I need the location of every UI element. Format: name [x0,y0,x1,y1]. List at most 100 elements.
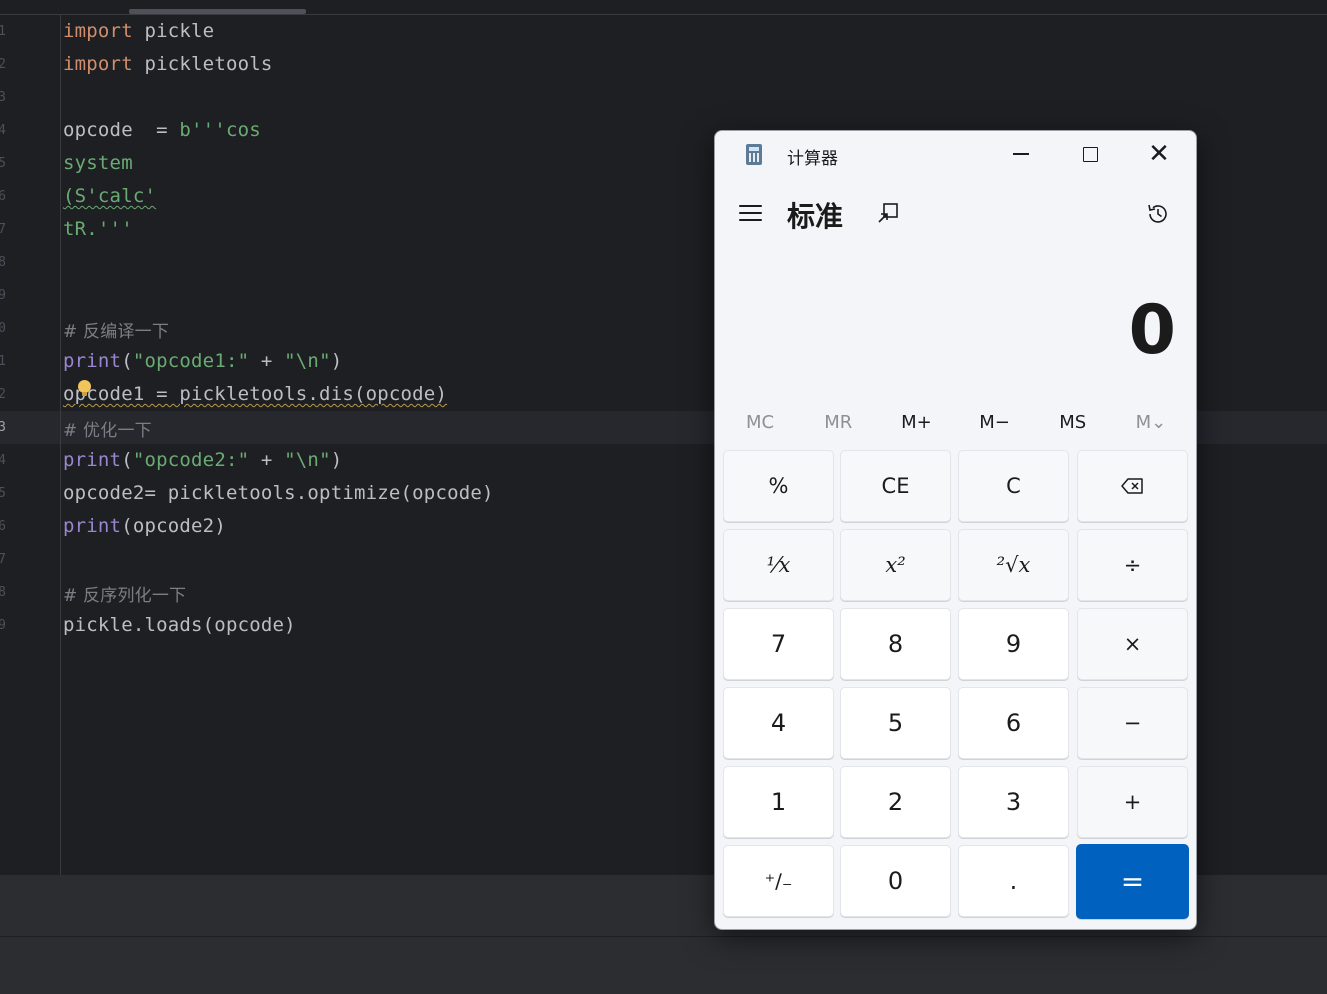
memory-subtract-button[interactable]: M− [956,407,1034,439]
keyword: import [63,53,133,75]
code-text: + [249,350,285,372]
code-line[interactable]: opcode = b'''cos [63,119,261,141]
code-line-current[interactable]: # 优化一下 [63,416,152,441]
minimize-button[interactable] [987,131,1055,177]
code-line[interactable]: pickle.loads(opcode) [63,614,296,636]
line-number: 3 [0,90,6,105]
equals-button[interactable]: = [1076,844,1189,919]
line-number-current: 3 [0,420,6,435]
builtin-function: print [63,449,122,471]
code-line[interactable]: system [63,152,133,174]
history-icon[interactable] [1145,201,1171,227]
code-text: ) [330,350,343,372]
keep-on-top-icon[interactable] [877,202,899,224]
string-literal: system [63,152,133,174]
string-literal: "opcode2:" [132,449,250,471]
line-number: 4 [0,123,6,138]
string-literal: "opcode1:" [132,350,250,372]
square-root-button[interactable]: ²√x [958,529,1069,601]
digit-3-button[interactable]: 3 [958,766,1069,838]
minus-button[interactable]: − [1077,687,1188,759]
maximize-button[interactable] [1056,131,1124,177]
navigation-menu-button[interactable] [739,204,763,222]
line-number: 2 [0,387,6,402]
code-text: pickletools [132,53,273,75]
decimal-button[interactable]: . [958,845,1069,917]
string-literal: (S'calc' [63,185,157,207]
digit-8-button[interactable]: 8 [840,608,951,680]
digit-6-button[interactable]: 6 [958,687,1069,759]
code-line[interactable]: # 反序列化一下 [63,581,186,606]
code-line[interactable]: print("opcode1:" + "\n") [63,350,342,372]
comment: # 反编译一下 [63,322,170,342]
code-line[interactable]: (S'calc' [63,185,156,207]
reciprocal-button[interactable]: ⅟x [723,529,834,601]
calculator-titlebar[interactable]: 计算器 ✕ [715,131,1196,177]
digit-7-button[interactable]: 7 [723,608,834,680]
calculator-window[interactable]: 计算器 ✕ 标准 0 MC MR M+ M− MS M⌄ % CE C ⅟x x… [714,130,1197,930]
code-text: opcode1 = pickletools.dis(opcode) [63,383,448,405]
line-number: 6 [0,519,6,534]
memory-toolbar: MC MR M+ M− MS M⌄ [721,407,1190,439]
string-literal: b'''cos [179,119,261,141]
negate-button[interactable]: ⁺∕₋ [723,845,834,917]
square-button[interactable]: x² [840,529,951,601]
clear-entry-button[interactable]: CE [840,450,951,522]
line-number: 0 [0,321,6,336]
line-number: 6 [0,189,6,204]
backspace-icon [1120,478,1143,494]
digit-4-button[interactable]: 4 [723,687,834,759]
line-number: 8 [0,255,6,270]
memory-list-button[interactable]: M⌄ [1112,407,1190,439]
hamburger-icon-bar [739,212,762,214]
memory-add-button[interactable]: M+ [877,407,955,439]
line-number: 9 [0,618,6,633]
window-title: 计算器 [787,149,838,169]
code-line[interactable]: tR.''' [63,218,133,240]
divide-button[interactable]: ÷ [1077,529,1188,601]
code-text: opcode = [63,119,180,141]
close-button[interactable]: ✕ [1125,131,1193,177]
digit-9-button[interactable]: 9 [958,608,1069,680]
code-line[interactable]: # 反编译一下 [63,317,169,342]
code-text: (opcode2) [121,515,226,537]
memory-clear-button[interactable]: MC [721,407,799,439]
digit-0-button[interactable]: 0 [840,845,951,917]
code-line[interactable]: print("opcode2:" + "\n") [63,449,342,471]
line-number: 7 [0,552,6,567]
memory-recall-button[interactable]: MR [799,407,877,439]
digit-1-button[interactable]: 1 [723,766,834,838]
code-line[interactable]: opcode2= pickletools.optimize(opcode) [63,482,494,504]
code-line[interactable]: import pickle [63,20,214,42]
comment: # 优化一下 [63,421,152,441]
string-literal: tR.''' [63,218,133,240]
code-text: pickle [132,20,215,42]
code-line[interactable]: opcode1 = pickletools.dis(opcode) [63,383,447,405]
string-literal: "\n" [284,350,331,372]
keyword: import [63,20,133,42]
code-line[interactable]: print(opcode2) [63,515,226,537]
horizontal-scrollbar-thumb[interactable] [129,9,306,14]
digit-5-button[interactable]: 5 [840,687,951,759]
code-text: + [249,449,285,471]
lightbulb-intention-icon[interactable] [78,380,91,396]
multiply-button[interactable]: × [1077,608,1188,680]
code-text: opcode2= pickletools.optimize(opcode) [63,482,494,504]
digit-2-button[interactable]: 2 [840,766,951,838]
line-number: 7 [0,222,6,237]
memory-store-button[interactable]: MS [1034,407,1112,439]
code-line[interactable]: import pickletools [63,53,273,75]
code-text: ( [121,350,133,372]
line-number: 8 [0,585,6,600]
editor-top-border [0,14,1327,15]
clear-button[interactable]: C [958,450,1069,522]
calculator-mode-title: 标准 [787,200,844,233]
builtin-function: print [63,350,122,372]
plus-button[interactable]: + [1077,766,1188,838]
gutter-divider [60,15,61,875]
code-text: ( [121,449,133,471]
backspace-button[interactable] [1077,450,1188,522]
code-text: ) [330,449,343,471]
close-icon: ✕ [1148,139,1170,169]
percent-button[interactable]: % [723,450,834,522]
